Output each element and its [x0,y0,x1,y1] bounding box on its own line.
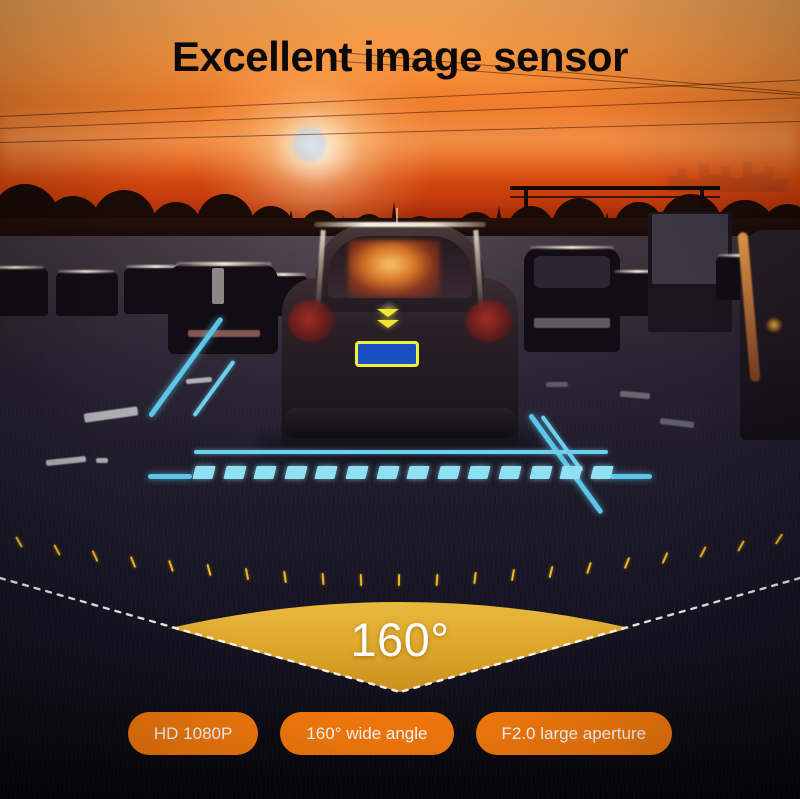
hud-dash [314,466,339,479]
license-plate [355,341,419,367]
lane-marking [546,382,568,387]
hud-dash [376,466,400,479]
chevron-down-icon-bottom [377,320,399,328]
beetle-rear-window [328,236,472,298]
vehicle-left-sedan-pillar [212,268,224,304]
hud-dash [437,466,461,479]
hud-dash [192,466,216,479]
hud-detection-overlay [147,316,652,515]
vehicle-rear-bumper [534,318,610,328]
highway-gantry [510,186,720,190]
hud-dash [345,466,369,479]
feature-badge-list: HD 1080P 160° wide angle F2.0 large aper… [0,712,800,755]
vehicle-rear-reflector [188,330,260,337]
hud-dash [284,466,308,479]
hud-inner-bracket-top [194,450,608,454]
vehicle-highlight [176,262,272,266]
vehicle-side-marker-light [766,318,782,332]
hud-dash [559,466,583,479]
fov-angle-label: 160° [350,613,450,666]
chevron-down-icon-top [377,309,399,317]
hud-bracket-bottom-left [148,474,192,479]
product-feature-banner: 160° Excellent image sensor HD 1080P 160… [0,0,800,799]
vehicle-highlight [530,246,614,249]
taillight-left [288,300,334,342]
hud-dash [590,466,614,479]
beetle-antenna [396,208,398,226]
vehicle-right-suv-window [534,256,610,288]
taillight-right [466,300,512,342]
feature-badge-aperture[interactable]: F2.0 large aperture [475,712,673,755]
feature-badge-wide-angle[interactable]: 160° wide angle [280,712,454,755]
hud-dash-row [192,466,614,479]
beetle-roof-highlight [314,222,486,227]
hud-dash [406,466,430,479]
hud-dash [222,466,247,479]
sun-disc [292,126,326,162]
sun-reflection [348,240,440,298]
vehicle-highlight [0,266,44,269]
hud-dash [498,466,522,479]
chevron-down-icon [377,301,401,335]
page-title: Excellent image sensor [172,33,628,80]
hud-dash [467,466,492,479]
highway-gantry-truss [510,196,720,198]
hud-dash [253,466,277,479]
feature-badge-resolution[interactable]: HD 1080P [127,712,259,755]
vehicle-highlight [58,270,114,273]
vehicle-left-2 [56,272,118,316]
lane-marking [96,458,108,463]
hud-dash [529,466,553,479]
highway-gantry-post [524,186,528,220]
hud-bracket-bottom-right [610,474,652,479]
vehicle-left-1 [0,268,48,316]
